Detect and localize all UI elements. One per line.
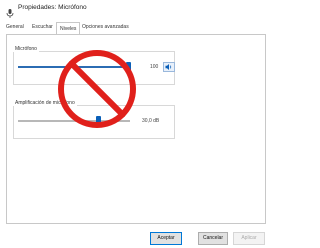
title-bar: Propiedades: Micrófono xyxy=(0,0,270,20)
apply-button[interactable]: Aplicar xyxy=(233,232,265,245)
speaker-icon xyxy=(165,64,172,70)
prohibited-icon xyxy=(58,50,136,128)
microphone-value: 100 xyxy=(150,64,159,70)
cancel-button[interactable]: Cancelar xyxy=(198,232,228,245)
tab-escuchar[interactable]: Escuchar xyxy=(32,24,53,30)
mute-button[interactable] xyxy=(163,62,175,72)
microphone-icon xyxy=(6,5,14,18)
tab-general[interactable]: General xyxy=(6,24,24,30)
tab-opciones-avanzadas[interactable]: Opciones avanzadas xyxy=(82,24,129,30)
boost-value: 30,0 dB xyxy=(142,118,160,124)
window-title: Propiedades: Micrófono xyxy=(18,4,87,11)
ok-button[interactable]: Aceptar xyxy=(150,232,182,245)
microphone-label: Micrófono xyxy=(13,46,39,52)
properties-window: Propiedades: Micrófono General Escuchar … xyxy=(0,0,270,248)
